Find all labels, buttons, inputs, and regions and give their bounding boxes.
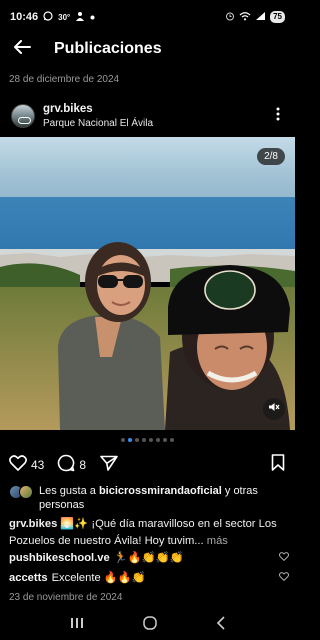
alarm-icon <box>225 11 235 24</box>
liker-avatar <box>19 485 33 499</box>
post-username[interactable]: grv.bikes <box>43 102 153 116</box>
post-location[interactable]: Parque Nacional El Ávila <box>43 117 153 131</box>
likes-user[interactable]: bicicrossmirandaoficial <box>99 485 222 497</box>
more-options-button[interactable] <box>273 106 283 126</box>
more-vertical-icon <box>276 107 280 126</box>
comment-text: Excelente 🔥🔥👏 <box>51 572 146 584</box>
action-bar: 43 8 <box>0 452 295 478</box>
next-post-date: 23 de noviembre de 2024 <box>9 592 123 603</box>
back-button[interactable] <box>2 34 42 64</box>
carousel-dots <box>0 438 295 442</box>
system-nav-bar <box>0 610 295 640</box>
avatar[interactable] <box>11 104 35 128</box>
send-icon <box>100 455 118 476</box>
save-button[interactable] <box>271 454 285 476</box>
status-time: 10:46 <box>10 11 39 23</box>
dot-icon <box>90 11 95 23</box>
carousel-dot <box>121 438 125 442</box>
whatsapp-icon <box>43 10 53 24</box>
post-date: 28 de diciembre de 2024 <box>9 74 120 85</box>
carousel-dot <box>156 438 160 442</box>
mute-button[interactable] <box>263 398 285 420</box>
temperature-label: 30° <box>58 12 71 22</box>
share-button[interactable] <box>100 455 118 476</box>
speaker-muted-icon <box>268 400 280 418</box>
recents-icon <box>70 618 83 628</box>
more-link[interactable]: más <box>204 535 228 547</box>
carousel-dot <box>149 438 153 442</box>
carousel-dot <box>163 438 167 442</box>
wifi-icon <box>239 11 251 24</box>
post-caption[interactable]: grv.bikes 🌅✨ ¡Qué día maravilloso en el … <box>9 516 287 550</box>
comment-button[interactable]: 8 <box>57 454 86 477</box>
carousel-dot <box>170 438 174 442</box>
post-header: grv.bikes Parque Nacional El Ávila <box>0 98 295 134</box>
carousel-dot <box>135 438 139 442</box>
carousel-dot <box>128 438 132 442</box>
likes-prefix: Les gusta a <box>39 485 99 497</box>
heart-icon <box>9 454 27 476</box>
carousel-dot <box>142 438 146 442</box>
status-bar: 10:46 30° 75 <box>0 0 295 34</box>
person-icon <box>75 11 85 24</box>
home-button[interactable] <box>142 615 157 635</box>
comment-like-button[interactable] <box>278 570 290 586</box>
signal-icon <box>255 11 266 24</box>
page-title: Publicaciones <box>54 40 162 57</box>
comment-count: 8 <box>79 458 87 472</box>
slide-counter: 2/8 <box>257 148 285 165</box>
comment-item: pushbikeschool.ve 🏃🔥👏👏👏 <box>9 550 290 566</box>
back-nav-button[interactable] <box>216 615 226 635</box>
photo-scene <box>0 137 295 430</box>
comment-username[interactable]: pushbikeschool.ve <box>9 550 110 566</box>
likes-text: Les gusta a bicicrossmirandaoficial y ot… <box>39 484 289 512</box>
home-circle-icon <box>142 615 157 630</box>
arrow-left-icon <box>13 39 31 59</box>
heart-outline-icon <box>278 552 290 564</box>
comment-bubble-icon <box>57 454 75 477</box>
comment-username[interactable]: accetts <box>9 570 48 586</box>
comment-like-button[interactable] <box>278 550 290 566</box>
post-photo[interactable]: 2/8 <box>0 137 295 430</box>
comment-text: 🏃🔥👏👏👏 <box>113 552 184 564</box>
battery-indicator: 75 <box>270 11 285 23</box>
likes-summary[interactable]: Les gusta a bicicrossmirandaoficial y ot… <box>9 484 289 512</box>
like-button[interactable]: 43 <box>9 454 45 476</box>
like-count: 43 <box>31 458 45 472</box>
bookmark-icon <box>271 454 285 476</box>
liker-avatars <box>9 485 33 499</box>
caption-username[interactable]: grv.bikes <box>9 518 57 530</box>
chevron-left-icon <box>216 615 225 630</box>
heart-outline-icon <box>278 572 290 584</box>
comment-item: accetts Excelente 🔥🔥👏 <box>9 570 290 586</box>
app-header: Publicaciones <box>0 34 295 64</box>
recents-button[interactable] <box>70 616 84 634</box>
